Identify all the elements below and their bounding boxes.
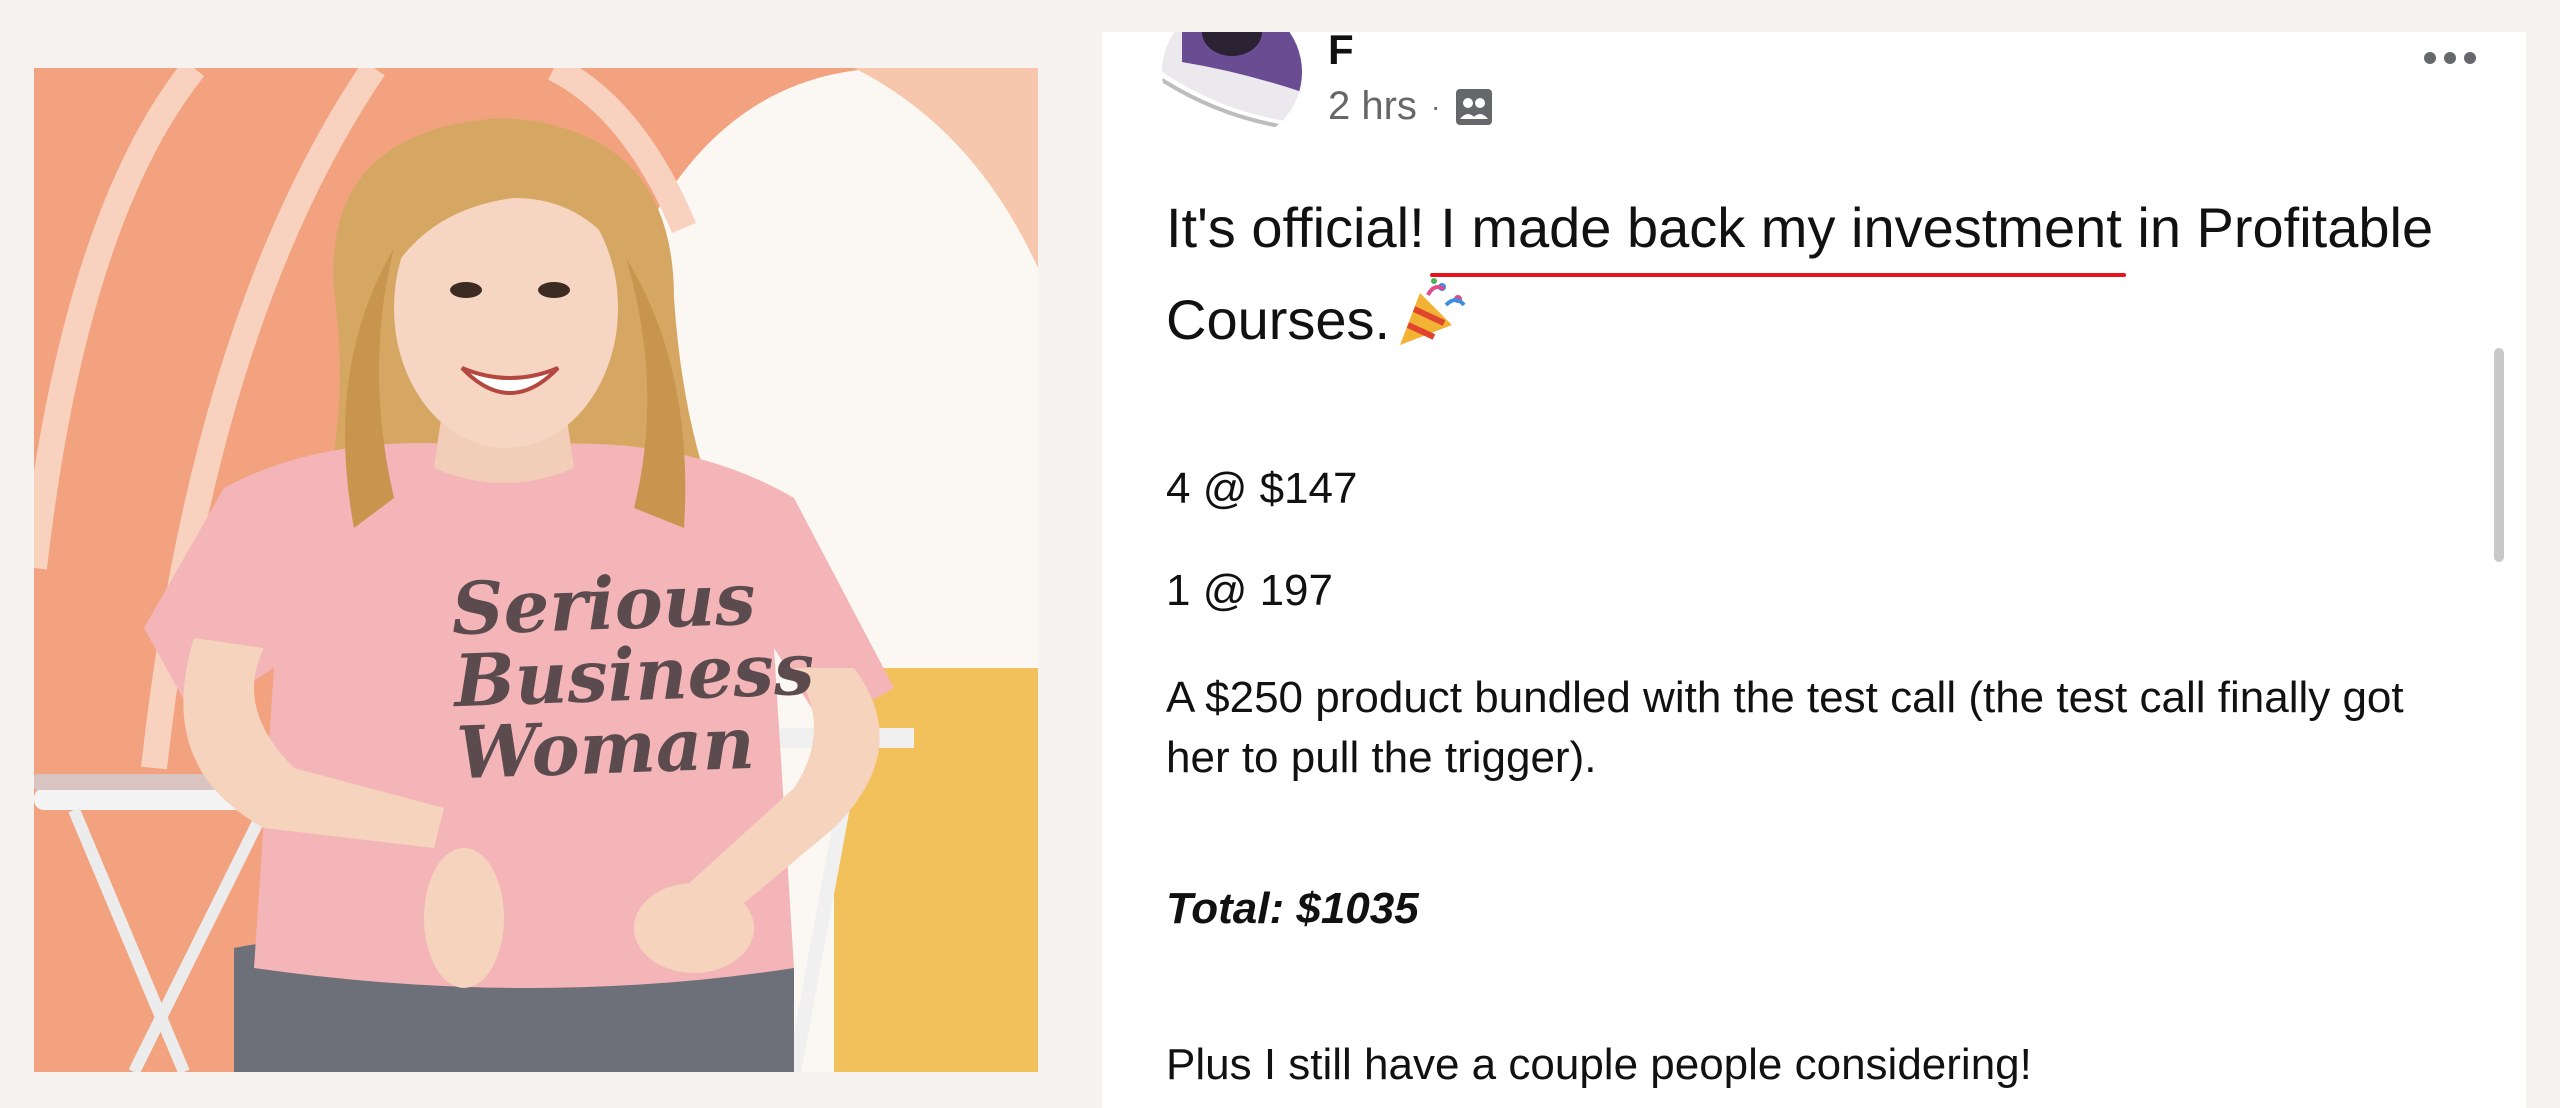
dot-3 [2464,52,2476,64]
post-timestamp[interactable]: 2 hrs [1328,84,1417,129]
woman-photo: Serious Business Woman [34,68,1038,1072]
sales-total: Total: $1035 [1166,884,1419,933]
author-name[interactable]: F [1328,32,1354,74]
headline-prefix: It's official! [1166,196,1441,259]
avatar[interactable] [1162,32,1302,142]
dot-1 [2424,52,2436,64]
dot-2 [2444,52,2456,64]
scrollbar[interactable] [2494,348,2504,562]
shirt-slogan: Serious Business Woman [450,556,816,796]
post-headline: It's official! I made back my investment… [1166,182,2466,366]
sales-line-1: 4 @ $147 [1166,464,1358,513]
post-meta: 2 hrs · [1328,84,1494,129]
shirt-slogan-line-3: Woman [455,699,757,796]
avatar-image [1162,32,1302,142]
sales-line-3: A $250 product bundled with the test cal… [1166,673,2404,782]
more-options-icon[interactable] [2424,52,2476,64]
closing-line: Plus I still have a couple people consid… [1166,1040,2032,1089]
headline-underlined-text: I made back my investment [1440,196,2122,259]
group-audience-icon[interactable] [1454,87,1494,127]
meta-separator: · [1430,90,1441,122]
social-post-card: F 2 hrs · It's official! I made back my … [1102,32,2526,1108]
party-popper-icon [1394,275,1470,351]
sales-line-2: 1 @ 197 [1166,566,1333,615]
